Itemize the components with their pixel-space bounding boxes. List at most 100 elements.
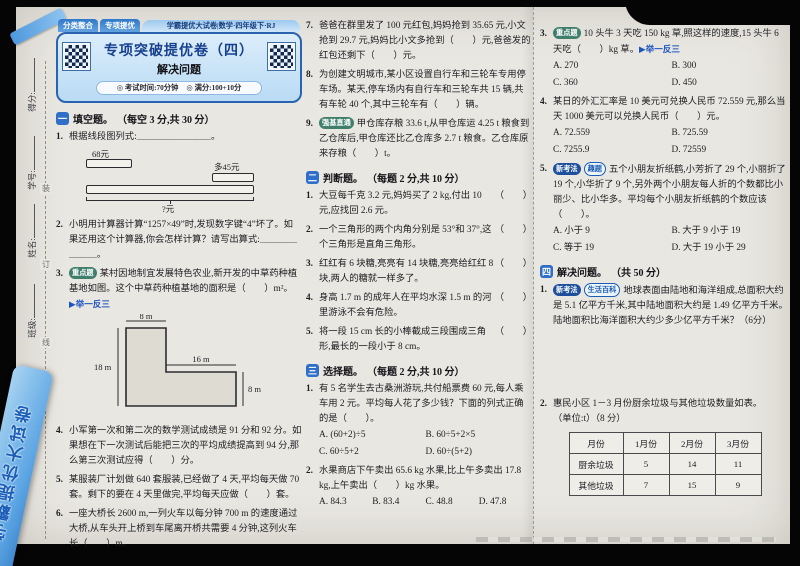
name-field: 姓名: (26, 193, 38, 269)
table-row: 厨余垃圾 5 14 11 (568, 453, 762, 475)
brace (86, 197, 254, 204)
judge-mark: （ ） (494, 225, 532, 235)
question: 1. 新考法 生活百科 地球表面由陆地和海洋组成,总面积大约是 5.1 亿平方千米,… (540, 283, 788, 326)
option-a: A. 72.559 (553, 128, 590, 138)
binding-char: 装 (40, 183, 52, 194)
svg-text:8 m: 8 m (140, 314, 153, 321)
unit-note: （单位:t）（8 分） (553, 414, 626, 424)
key-question-badge: 重点题 (69, 267, 97, 279)
section-number-icon: 二 (306, 171, 319, 184)
tab-category: 分类整合 (58, 19, 98, 32)
question: 3. 重点题 某村因地制宜发展特色农业,新开发的中草药种植基地如图。这个中草药种植… (56, 267, 298, 309)
qr-code-icon (62, 42, 91, 71)
question: 4. （ ）身高 1.7 m 的成年人在平均水深 1.5 m 的河里游泳不会有危… (306, 293, 532, 318)
section-judge-heading: 二 判断题。 （每题 2 分,共 10 分） (306, 171, 465, 185)
exam-title-box: 专项突破提优卷（四） 解决问题 ◎ 考试时间:70分钟 ◎ 满分:100+10分 (56, 32, 302, 103)
svg-text:16 m: 16 m (192, 354, 210, 364)
section-number-icon: 三 (306, 364, 319, 377)
exam-score: ◎ 满分:100+10分 (186, 83, 242, 92)
score-field: 得分: (26, 47, 38, 123)
middle-column: 7. 爸爸在群里发了 100 元红包,妈妈抢到 35.65 元,小文抢到 29.… (306, 15, 532, 511)
option-c: C. 360 (553, 77, 578, 88)
question: 2. 惠民小区 1－3 月份厨余垃圾与其他垃圾数量如表。 （单位:t）（8 分） (540, 399, 763, 424)
question: 4. 小军第一次和第二次的数学测试成绩是 91 分和 92 分。如果想在下一次测… (56, 426, 302, 466)
header-tabs: 分类整合 专项提优 学霸提优大试卷|数学·四年级下·RJ (58, 17, 300, 32)
tab-special: 专项提优 (100, 19, 140, 32)
section-number-icon: 四 (540, 265, 553, 278)
option-b: B. 60÷5+2×5 (425, 430, 476, 440)
scan-corner-shadow (625, 0, 800, 25)
question: 1. 根据线段图列式:＿＿＿＿＿＿＿＿。 (56, 132, 221, 142)
question: 2. （ ）一个三角形的两个内角分别是 53°和 37°,这个三角形是直角三角形… (306, 225, 532, 250)
tape-bar (212, 173, 254, 182)
exam-time: ◎ 考试时间:70分钟 (116, 83, 179, 92)
key-question-badge: 重点题 (553, 27, 581, 39)
judge-mark: （ ） (494, 327, 532, 337)
binding-char: 线 (40, 337, 52, 348)
question: 5. 某服装厂计划做 640 套服装,已经做了 4 天,平均每天做 70 套。剩… (56, 475, 300, 500)
extension-link: ▶举一反三 (69, 299, 110, 309)
question: 8. 为创建文明城市,某小区设置自行车和三轮车专用停车场。某天,停车场内有自行车… (306, 70, 526, 110)
class-field: 班级: (26, 273, 38, 349)
option-a: A. (60+2)÷5 (319, 430, 366, 440)
binding-line (45, 61, 46, 539)
option-d: D. 72559 (671, 144, 707, 155)
tape-label: 多45元 (214, 162, 240, 172)
option-c: C. 等于 19 (553, 242, 595, 253)
option-d: D. 47.8 (478, 497, 507, 507)
question: 1. （ ）大豆每千克 3.2 元,妈妈买了 2 kg,付出 10 元,应找回 … (306, 191, 532, 216)
table-row: 其他垃圾 7 15 9 (568, 474, 762, 496)
fun-badge: 趣题 (583, 162, 606, 176)
student-id-field: 学号: (26, 125, 38, 201)
svg-text:18 m: 18 m (94, 362, 112, 372)
option-d: D. 60÷(5+2) (425, 446, 473, 457)
exam-paper-page: 装 订 线 得分: 学号: 姓名: 班级: 学霸提优大试卷 分类整合 专项提优 … (0, 7, 790, 566)
option-c: C. 7255.9 (553, 144, 590, 155)
section-number-icon: 一 (56, 112, 69, 125)
tape-label: ?元 (162, 204, 175, 214)
question: 9. 强基直通 甲仓库存粮 33.6 t,从甲仓库运 4.25 t 粮食到乙仓库后… (306, 117, 530, 159)
question: 2. 水果商店下午卖出 65.6 kg 水果,比上午多卖出 17.8 kg,上午… (306, 466, 522, 491)
options: A. (60+2)÷5 B. 60÷5+2×5 C. 60÷5+2 D. 60÷… (306, 427, 532, 460)
option-c: C. 60÷5+2 (319, 446, 359, 457)
judge-mark: （ ） (494, 293, 532, 303)
section-choice-heading: 三 选择题。 （每题 2 分,共 10 分） (306, 364, 465, 378)
new-method-badge: 新考法 (553, 163, 581, 175)
option-b: B. 83.4 (372, 497, 400, 507)
foundation-badge: 强基直通 (319, 117, 354, 129)
judge-mark: （ ） (494, 191, 532, 201)
exam-meta: ◎ 考试时间:70分钟 ◎ 满分:100+10分 (96, 81, 262, 95)
option-c: C. 48.8 (425, 497, 453, 507)
svg-text:8 m: 8 m (248, 384, 261, 394)
edition-strip: 学霸提优大试卷|数学·四年级下·RJ (142, 20, 300, 32)
land-figure: 8 m 18 m 16 m 8 m (94, 314, 261, 407)
exam-title: 专项突破提优卷（四） (104, 44, 254, 59)
left-column: 分类整合 专项提优 学霸提优大试卷|数学·四年级下·RJ 专项突破提优卷（四） … (56, 17, 302, 552)
question: 5. （ ）将一段 15 cm 长的小棒截成三段围成三角形,最长的一段小于 8 … (306, 327, 532, 352)
options: A. 小于 9 B. 大于 9 小于 19 C. 等于 19 D. 大于 19 … (540, 223, 790, 256)
option-a: A. 270 (553, 61, 579, 71)
answer-space (540, 329, 790, 393)
tape-bar (86, 159, 132, 168)
question: 5. 新考法 趣题 五个小朋友折纸鹤,小芳折了 29 个,小丽折了 19 个,小华折… (540, 162, 786, 220)
binding-char: 订 (40, 259, 52, 270)
option-d: D. 大于 19 小于 29 (671, 242, 746, 253)
option-a: A. 84.3 (319, 497, 347, 507)
option-b: B. 大于 9 小于 19 (671, 226, 741, 236)
options: A. 84.3 B. 83.4 C. 48.8 D. 47.8 (306, 494, 532, 511)
option-d: D. 450 (671, 77, 697, 88)
question: 3. （ ）红红有 6 块糖,亮亮有 14 块糖,亮亮给红红 8 块,两人的糖就… (306, 259, 532, 284)
option-a: A. 小于 9 (553, 226, 590, 236)
exam-subtitle: 解决问题 (157, 64, 201, 76)
table-row: 月份 1月份 2月份 3月份 (568, 432, 762, 454)
qr-code-icon (267, 42, 296, 71)
question: 6. 一座大桥长 2600 m,一列火车以每分钟 700 m 的速度通过大桥,从… (56, 509, 298, 549)
waste-table: 月份 1月份 2月份 3月份 厨余垃圾 5 14 11 其他垃圾 7 15 9 (568, 432, 762, 496)
option-b: B. 300 (671, 61, 697, 71)
question: 3. 重点题 10 头牛 3 天吃 150 kg 草,照这样的速度,15 头牛 6… (540, 27, 779, 55)
new-method-badge: 新考法 (553, 284, 581, 296)
footer-fragment (476, 537, 776, 542)
option-b: B. 725.59 (671, 128, 708, 138)
section-solve-heading: 四 解决问题。 （共 50 分） (540, 265, 666, 279)
question: 7. 爸爸在群里发了 100 元红包,妈妈抢到 35.65 元,小文抢到 29.… (306, 21, 531, 61)
